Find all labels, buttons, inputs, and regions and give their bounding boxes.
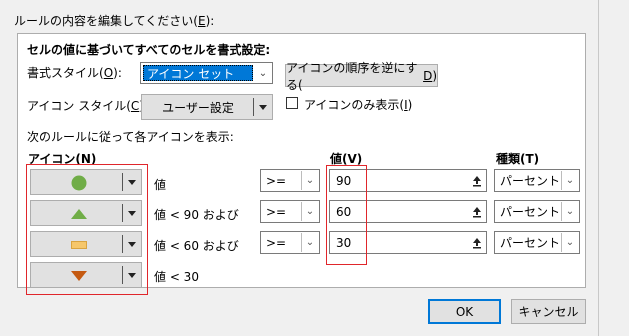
dropdown-separator [253, 98, 254, 116]
ok-button[interactable]: OK [428, 299, 501, 324]
reverse-button-suffix: ) [432, 68, 437, 83]
reverse-button-text: アイコンの順序を逆にする( [286, 60, 418, 92]
edit-rule-accel: E [197, 14, 206, 28]
chevron-down-icon[interactable]: ⌄ [561, 233, 578, 252]
operator-value: >= [266, 173, 287, 188]
chevron-down-icon[interactable]: ⌄ [301, 202, 318, 221]
type-select-row-2[interactable]: パーセント ⌄ [494, 200, 580, 223]
icon-only-label-text: アイコンのみ表示( [304, 98, 405, 112]
operator-select-row-2[interactable]: >= ⌄ [260, 200, 320, 223]
range-select-icon[interactable] [468, 170, 486, 191]
reverse-icon-order-button[interactable]: アイコンの順序を逆にする( D) [285, 61, 438, 92]
icon-style-select[interactable]: ユーザー設定 [141, 94, 273, 120]
icon-only-label: アイコンのみ表示(I) [304, 96, 412, 113]
type-select-row-3[interactable]: パーセント ⌄ [494, 231, 580, 254]
edit-rule-suffix: ): [205, 14, 215, 28]
type-value: パーセント [500, 236, 561, 250]
icon-only-checkbox[interactable] [286, 97, 298, 109]
dropdown-arrow-icon[interactable] [259, 105, 267, 110]
format-style-value: アイコン セット [143, 65, 253, 81]
icon-style-label: アイコン スタイル(C): [27, 97, 148, 114]
row-4-desc: 値 < 30 [154, 270, 199, 284]
value-column-highlight [326, 165, 367, 265]
chevron-down-icon[interactable]: ⌄ [301, 233, 318, 252]
type-value: パーセント [500, 205, 561, 219]
icon-column-highlight [26, 164, 148, 295]
icon-style-label-text: アイコン スタイル( [27, 99, 131, 113]
operator-value: >= [266, 235, 287, 250]
format-style-label-text: 書式スタイル( [27, 66, 104, 80]
edit-rule-label-text: ルールの内容を編集してください( [14, 14, 198, 28]
row-3-desc: 値 < 60 および [154, 239, 239, 253]
operator-select-row-3[interactable]: >= ⌄ [260, 231, 320, 254]
column-type-header: 種類(T) [496, 152, 540, 166]
reverse-button-accel: D [423, 68, 433, 83]
type-value: パーセント [500, 174, 561, 188]
chevron-down-icon[interactable]: ⌄ [561, 171, 578, 190]
format-style-suffix: ): [113, 66, 122, 80]
row-1-desc: 値 [154, 178, 167, 192]
edit-rule-label: ルールの内容を編集してください(E): [14, 12, 214, 29]
chevron-down-icon[interactable]: ⌄ [301, 171, 318, 190]
chevron-down-icon[interactable]: ⌄ [561, 202, 578, 221]
cancel-button[interactable]: キャンセル [511, 299, 586, 324]
section-title: セルの値に基づいてすべてのセルを書式設定: [27, 43, 271, 57]
type-select-row-1[interactable]: パーセント ⌄ [494, 169, 580, 192]
format-style-select[interactable]: アイコン セット ⌄ [140, 62, 273, 84]
rules-caption: 次のルールに従って各アイコンを表示: [27, 130, 234, 144]
icon-only-suffix: ) [407, 98, 413, 112]
format-style-label: 書式スタイル(O): [27, 64, 122, 81]
operator-select-row-1[interactable]: >= ⌄ [260, 169, 320, 192]
range-select-icon[interactable] [468, 201, 486, 222]
operator-value: >= [266, 204, 287, 219]
row-2-desc: 値 < 90 および [154, 208, 239, 222]
format-style-accel: O [103, 66, 114, 80]
icon-style-value: ユーザー設定 [162, 100, 234, 115]
window-edge [598, 0, 629, 336]
range-select-icon[interactable] [468, 232, 486, 253]
chevron-down-icon[interactable]: ⌄ [254, 63, 272, 83]
